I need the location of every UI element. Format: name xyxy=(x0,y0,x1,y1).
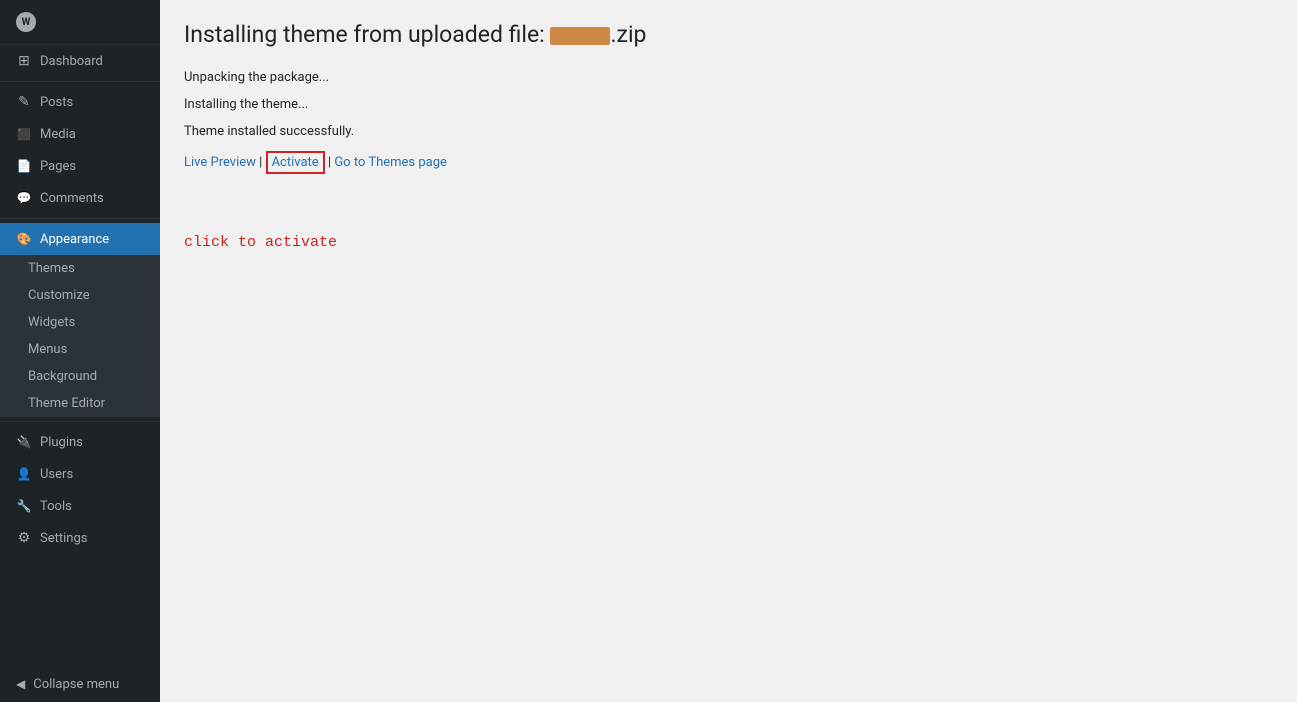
appearance-icon xyxy=(16,231,32,247)
sidebar-label-comments: Comments xyxy=(40,191,104,206)
submenu-item-menus[interactable]: Menus xyxy=(0,336,160,363)
sidebar-label-settings: Settings xyxy=(40,531,87,546)
dashboard-icon xyxy=(16,53,32,69)
collapse-icon xyxy=(16,677,25,692)
sidebar-label-plugins: Plugins xyxy=(40,435,83,450)
sidebar-label-appearance: Appearance xyxy=(40,232,109,247)
step2-text: Installing the theme... xyxy=(184,97,1273,112)
main-content: Installing theme from uploaded file: .zi… xyxy=(160,0,1297,702)
collapse-menu-button[interactable]: Collapse menu xyxy=(0,667,160,702)
sidebar-item-pages[interactable]: Pages xyxy=(0,150,160,182)
submenu-item-customize[interactable]: Customize xyxy=(0,282,160,309)
sidebar-label-pages: Pages xyxy=(40,159,76,174)
media-icon xyxy=(16,126,32,142)
sidebar-item-plugins[interactable]: Plugins xyxy=(0,426,160,458)
sidebar-label-dashboard: Dashboard xyxy=(40,54,103,69)
submenu-item-themes[interactable]: Themes xyxy=(0,255,160,282)
sidebar-item-dashboard[interactable]: Dashboard xyxy=(0,45,160,77)
sidebar-label-posts: Posts xyxy=(40,95,73,110)
install-links: Live Preview | Activate | Go to Themes p… xyxy=(184,151,1273,174)
settings-icon xyxy=(16,530,32,546)
activate-link[interactable]: Activate xyxy=(272,155,319,170)
sidebar-item-tools[interactable]: Tools xyxy=(0,490,160,522)
filename-suffix: .zip xyxy=(610,21,646,48)
sidebar-item-comments[interactable]: Comments xyxy=(0,182,160,214)
collapse-label: Collapse menu xyxy=(33,677,119,692)
sidebar-logo: W xyxy=(0,0,160,45)
sidebar-item-appearance[interactable]: Appearance xyxy=(0,223,160,255)
plugins-icon xyxy=(16,434,32,450)
go-to-themes-link[interactable]: Go to Themes page xyxy=(334,155,447,170)
title-prefix: Installing theme from uploaded file: xyxy=(184,21,545,48)
comments-icon xyxy=(16,190,32,206)
pages-icon xyxy=(16,158,32,174)
posts-icon xyxy=(16,94,32,110)
filename-redacted xyxy=(550,27,610,45)
submenu-item-background[interactable]: Background xyxy=(0,363,160,390)
users-icon xyxy=(16,466,32,482)
wordpress-icon: W xyxy=(16,12,36,32)
sidebar-item-posts[interactable]: Posts xyxy=(0,86,160,118)
step3-text: Theme installed successfully. xyxy=(184,124,1273,139)
submenu-item-theme-editor[interactable]: Theme Editor xyxy=(0,390,160,417)
sidebar: W Dashboard Posts Media Pages Comments A… xyxy=(0,0,160,702)
install-title: Installing theme from uploaded file: .zi… xyxy=(184,20,1273,50)
live-preview-link[interactable]: Live Preview xyxy=(184,155,256,170)
sidebar-label-users: Users xyxy=(40,467,73,482)
sidebar-item-users[interactable]: Users xyxy=(0,458,160,490)
appearance-submenu: Themes Customize Widgets Menus Backgroun… xyxy=(0,255,160,417)
tools-icon xyxy=(16,498,32,514)
step1-text: Unpacking the package... xyxy=(184,70,1273,85)
submenu-item-widgets[interactable]: Widgets xyxy=(0,309,160,336)
click-to-activate-annotation: click to activate xyxy=(184,234,1273,251)
sidebar-item-settings[interactable]: Settings xyxy=(0,522,160,554)
sidebar-label-media: Media xyxy=(40,127,76,142)
activate-link-box: Activate xyxy=(266,151,325,174)
sidebar-item-media[interactable]: Media xyxy=(0,118,160,150)
sidebar-label-tools: Tools xyxy=(40,499,72,514)
